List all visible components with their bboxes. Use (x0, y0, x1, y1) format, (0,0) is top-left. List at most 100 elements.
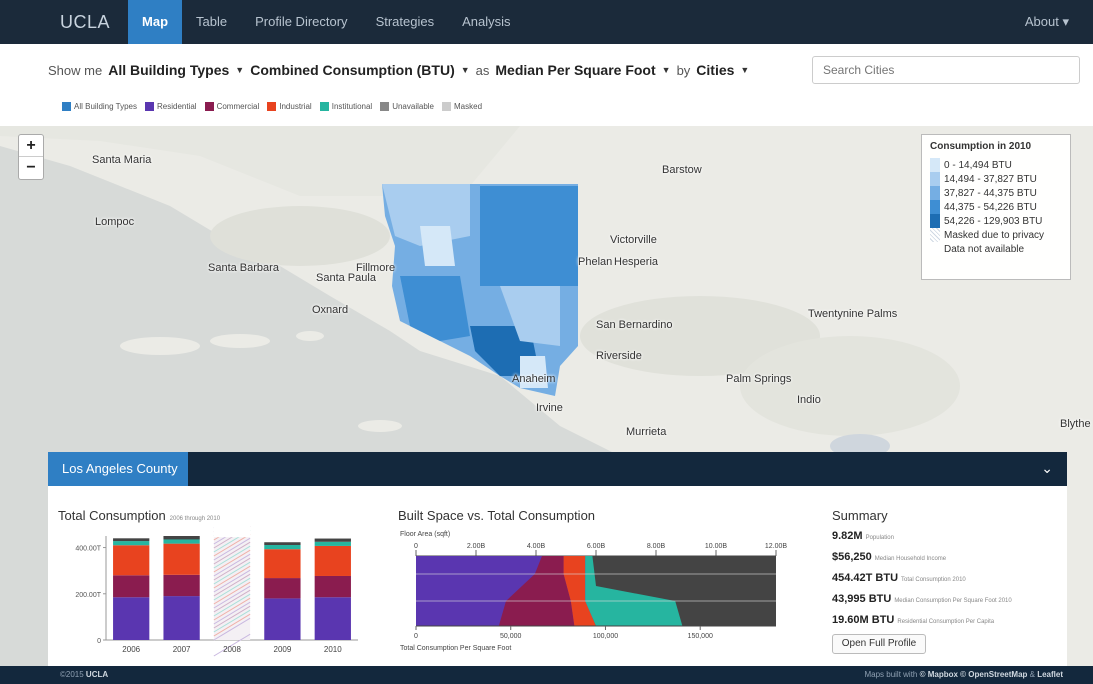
footer-attribution: Maps built with © Mapbox © OpenStreetMap… (864, 670, 1063, 679)
legend-na-row: Data not available (930, 242, 1062, 256)
building-type-select[interactable]: All Building Types (108, 62, 229, 78)
summary-stat: 19.60M BTU Residential Consumption Per Ca… (832, 614, 994, 626)
type-legend-label: Industrial (279, 102, 312, 111)
map-place-label: Phelan (578, 256, 613, 268)
top-navbar: UCLA Map Table Profile Directory Strateg… (0, 0, 1093, 44)
legend-bin-label: 37,827 - 44,375 BTU (944, 187, 1037, 199)
metric-select[interactable]: Median Per Square Foot (495, 62, 655, 78)
map-place-label: San Bernardino (596, 319, 673, 331)
top-tick-label: 12.00B (765, 543, 788, 550)
legend-bin-swatch (930, 186, 940, 200)
caret-down-icon: ▼ (661, 65, 671, 75)
bottom-tick-label: 150,000 (688, 633, 713, 640)
nav-table[interactable]: Table (182, 0, 241, 44)
type-legend-item[interactable]: Industrial (267, 102, 312, 112)
top-tick-label: 4.00B (527, 543, 546, 550)
bar-segment (113, 541, 150, 546)
map-place-label: Blythe (1060, 418, 1091, 430)
bar-segment (163, 596, 200, 640)
zoom-in-button[interactable]: + (19, 135, 43, 157)
type-legend-swatch (204, 102, 214, 112)
footer-copyright: ©2015 UCLA (60, 670, 109, 679)
legend-bin-row: 0 - 14,494 BTU (930, 158, 1062, 172)
nav-analysis[interactable]: Analysis (448, 0, 524, 44)
total-consumption-chart: 0 200.00T 400.00T 2006 2007 2008 2009 2010 (75, 526, 358, 657)
type-legend-item[interactable]: Masked (442, 102, 483, 112)
map-place-label: Santa Barbara (208, 262, 279, 274)
summary-value: 43,995 BTU (832, 593, 892, 605)
top-tick-label: 8.00B (647, 543, 666, 550)
nav-strategies[interactable]: Strategies (362, 0, 449, 44)
summary-desc: Median Household Income (874, 556, 947, 562)
type-legend-label: Institutional (331, 102, 373, 111)
legend-bin-row: 14,494 - 37,827 BTU (930, 172, 1062, 186)
nav-profile-directory[interactable]: Profile Directory (241, 0, 361, 44)
map-place-label: Barstow (662, 164, 702, 176)
building-type-legend: All Building Types Residential Commercial I… (62, 102, 483, 112)
type-legend-swatch (442, 102, 451, 112)
consumption-select[interactable]: Combined Consumption (BTU) (250, 62, 455, 78)
type-legend-label: Masked (454, 102, 483, 111)
type-legend-item[interactable]: All Building Types (62, 102, 137, 112)
x-tick-label: 2010 (324, 645, 342, 654)
built-space-chart: Floor Area (sqft) 0 2.00B 4.00B 6.00B 8.00B 10… (400, 531, 788, 652)
y-tick-label: 400.00T (75, 546, 101, 553)
legend-bin-row: 37,827 - 44,375 BTU (930, 186, 1062, 200)
nav-about-dropdown[interactable]: About ▾ (1025, 14, 1093, 30)
summary-stat: 9.82M Population (832, 530, 894, 542)
bar-segment (264, 545, 301, 550)
summary-desc: Median Consumption Per Square Foot 2010 (894, 598, 1012, 604)
total-consumption-title: Total Consumption 2006 through 2010 (58, 508, 220, 523)
type-legend-item[interactable]: Residential (145, 102, 197, 112)
caret-down-icon: ▼ (460, 65, 470, 75)
legend-bin-swatch (930, 172, 940, 186)
county-panel-header: Los Angeles County ⌄ (48, 452, 1067, 486)
total-consumption-subtitle: 2006 through 2010 (169, 516, 221, 522)
bottom-tick-label: 50,000 (500, 633, 522, 640)
type-legend-label: Residential (157, 102, 197, 111)
map-place-label: Hesperia (614, 256, 659, 268)
type-legend-swatch (380, 102, 390, 112)
top-tick-label: 0 (414, 543, 418, 550)
y-tick-label: 200.00T (75, 592, 101, 599)
map-place-label: Oxnard (312, 304, 349, 316)
bar-segment (113, 545, 150, 576)
map-place-label: Lompoc (95, 216, 135, 228)
type-legend-item[interactable]: Institutional (319, 102, 373, 112)
y-tick-label: 0 (97, 638, 101, 645)
bar-segment (163, 539, 200, 544)
bottom-axis-label: Total Consumption Per Square Foot (400, 645, 511, 652)
legend-masked-label: Masked due to privacy (944, 229, 1045, 241)
bar-segment (264, 542, 301, 546)
summary-value: 454.42T BTU (832, 572, 899, 584)
open-full-profile-button[interactable]: Open Full Profile (832, 634, 926, 654)
type-legend-label: All Building Types (74, 102, 137, 111)
bar-segment (113, 538, 150, 542)
map-place-label: Murrieta (626, 426, 667, 438)
legend-bin-swatch (930, 200, 940, 214)
bar-segment (314, 541, 351, 546)
chevron-down-icon[interactable]: ⌄ (1041, 460, 1053, 477)
caret-down-icon: ▼ (235, 65, 245, 75)
legend-bin-row: 54,226 - 129,903 BTU (930, 214, 1062, 228)
summary-desc: Total Consumption 2010 (901, 577, 966, 583)
search-cities-input[interactable] (812, 56, 1080, 84)
legend-bin-row: 44,375 - 54,226 BTU (930, 200, 1062, 214)
county-tab[interactable]: Los Angeles County (48, 452, 188, 486)
bar-segment (314, 545, 351, 576)
geography-select[interactable]: Cities (696, 62, 734, 78)
brand-logo[interactable]: UCLA (0, 0, 128, 44)
type-legend-label: Commercial (216, 102, 260, 111)
zoom-out-button[interactable]: − (19, 157, 43, 179)
bar-segment (113, 575, 150, 598)
bar-segment (163, 543, 200, 575)
legend-masked-row: Masked due to privacy (930, 228, 1062, 242)
na-swatch (930, 242, 940, 256)
type-legend-item[interactable]: Commercial (204, 102, 260, 112)
map-legend: Consumption in 2010 0 - 14,494 BTU 14,494… (921, 134, 1071, 280)
nav-map[interactable]: Map (128, 0, 183, 44)
total-consumption-title-text: Total Consumption (58, 508, 166, 523)
type-legend-item[interactable]: Unavailable (380, 102, 434, 112)
bar-segment (113, 597, 150, 640)
type-legend-swatch (62, 102, 71, 112)
